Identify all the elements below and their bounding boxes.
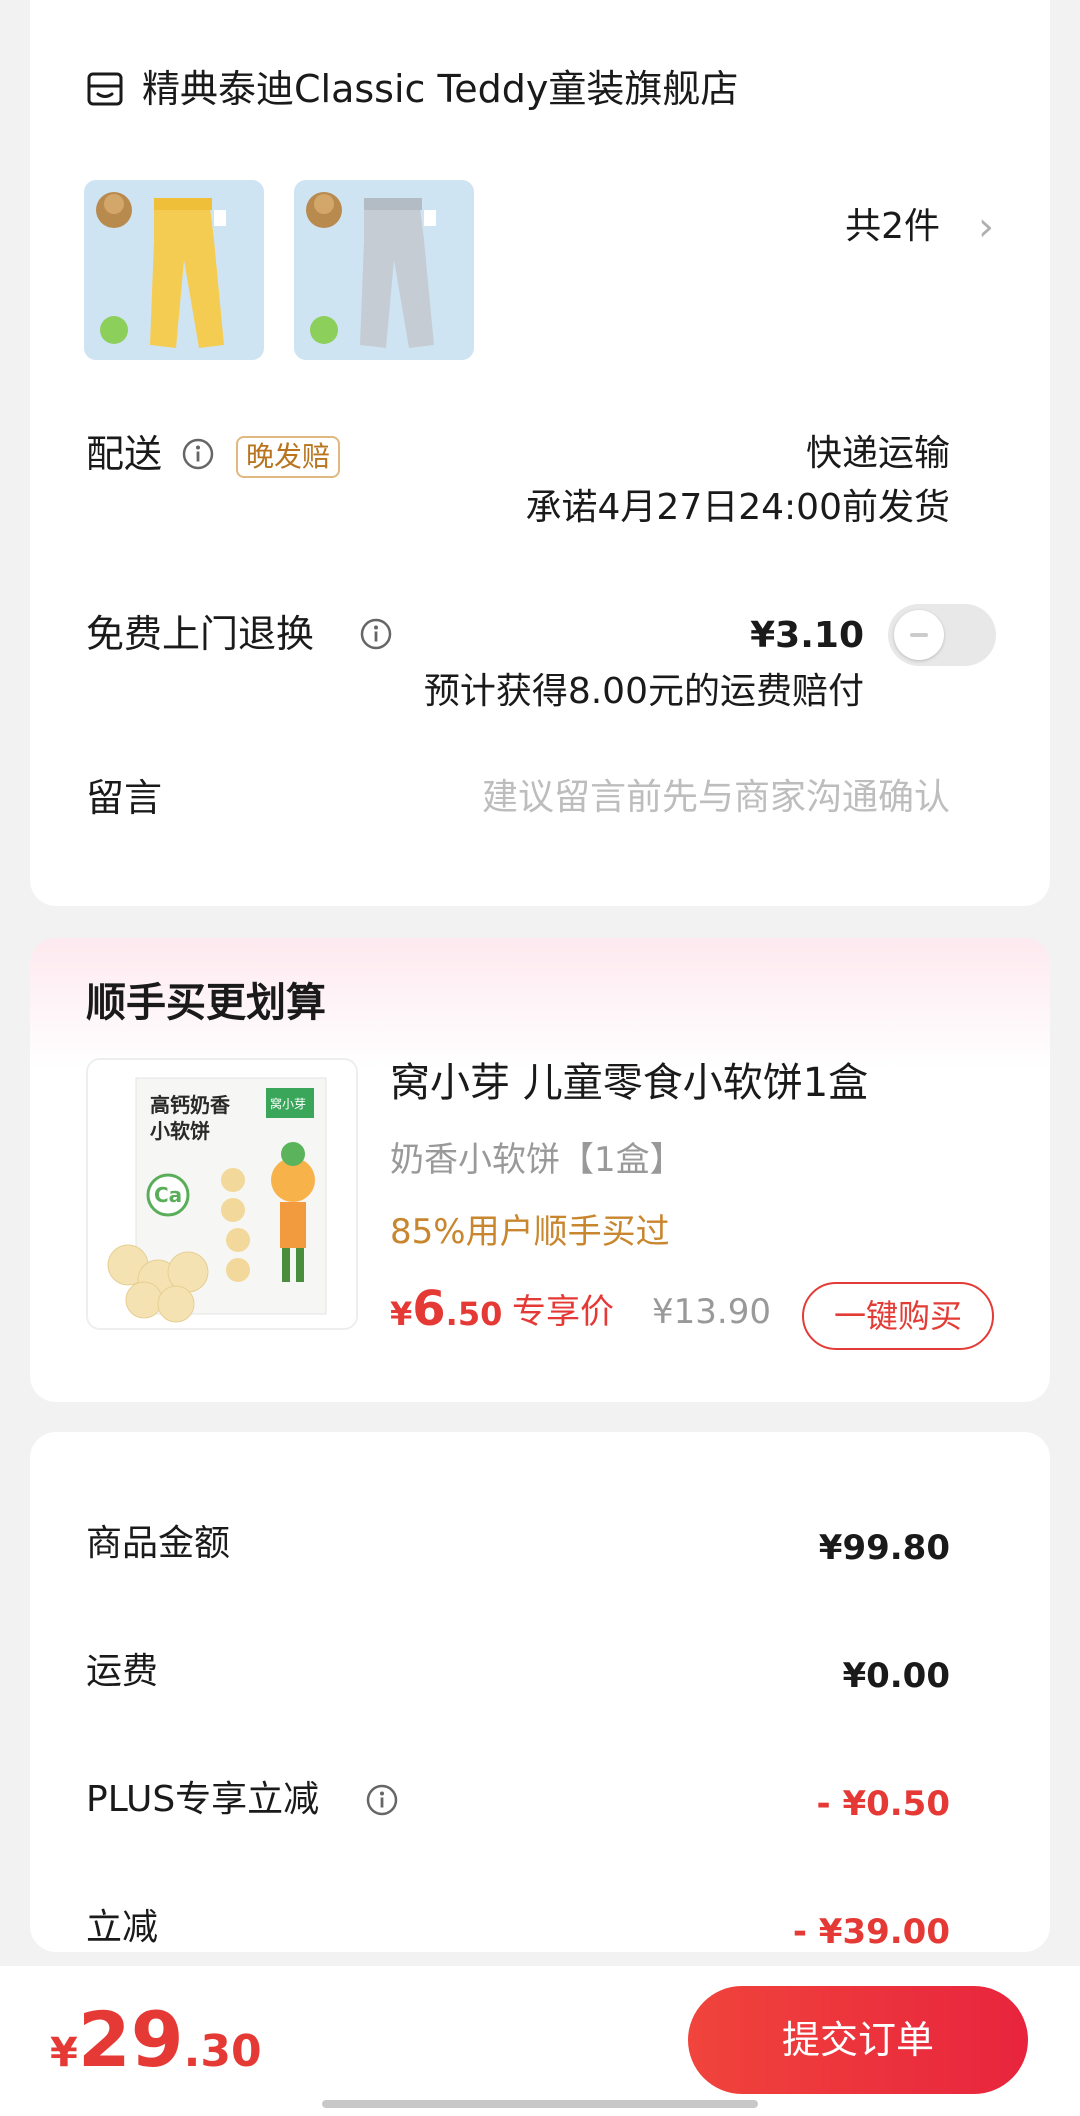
upsell-product-name[interactable]: 窝小芽 儿童零食小软饼1盒 (390, 1058, 868, 1108)
pack-text-1: 高钙奶香 (150, 1093, 231, 1117)
store-icon (87, 72, 123, 106)
chevron-right-icon[interactable]: › (978, 204, 994, 250)
original-price: ¥13.90 (652, 1292, 771, 1332)
upsell-popularity-tip: 85%用户顺手买过 (390, 1212, 670, 1252)
exclusive-price-label: 专享价 (512, 1292, 614, 1332)
pack-brand: 窝小芽 (270, 1096, 306, 1111)
plus-discount-value: - ¥0.50 (816, 1784, 951, 1824)
message-label: 留言 (86, 776, 163, 820)
goods-amount-value: ¥99.80 (818, 1528, 950, 1568)
delivery-method[interactable]: 快递运输 (806, 430, 950, 478)
store-name[interactable]: 精典泰迪Classic Teddy童装旗舰店 (142, 66, 738, 112)
info-icon[interactable] (360, 618, 392, 650)
submit-order-button[interactable]: 提交订单 (688, 1986, 1028, 2094)
shipping-label: 运费 (86, 1651, 159, 1692)
goods-amount-label: 商品金额 (86, 1523, 231, 1564)
order-card: 精典泰迪Classic Teddy童装旗舰店 共2件 › 配送 晚发赔 快递运输… (30, 0, 1050, 906)
one-click-buy-button[interactable]: 一键购买 (802, 1282, 994, 1350)
instant-discount-value: - ¥39.00 (792, 1912, 950, 1952)
checkout-bar: ¥29.30 提交订单 (0, 1966, 1080, 2116)
upsell-product-spec[interactable]: 奶香小软饼【1盒】 (390, 1138, 684, 1182)
instant-discount-label: 立减 (86, 1907, 159, 1948)
return-compensation-text: 预计获得8.00元的运费赔付 (423, 671, 864, 712)
plus-discount-label: PLUS专享立减 (86, 1779, 320, 1820)
return-service-label: 免费上门退换 (86, 612, 315, 656)
delivery-promise: 承诺4月27日24:00前发货 (525, 487, 950, 528)
upsell-card: 顺手买更划算 高钙奶香 小软饼 窝小芽 Ca 窝小芽 儿童零食小软饼1盒 奶香小… (30, 938, 1050, 1402)
pack-ca: Ca (154, 1183, 182, 1207)
upsell-price: ¥6.50 (390, 1281, 503, 1337)
info-icon[interactable] (182, 438, 214, 470)
return-service-price: ¥3.10 (750, 615, 864, 656)
product-thumbnail-grey[interactable] (294, 180, 474, 360)
upsell-title: 顺手买更划算 (86, 980, 326, 1026)
total-price: ¥29.30 (50, 1995, 262, 2084)
late-compensation-badge: 晚发赔 (236, 436, 341, 478)
delivery-label: 配送 (86, 432, 163, 476)
shipping-value: ¥0.00 (842, 1656, 950, 1696)
info-icon[interactable] (366, 1784, 398, 1816)
message-input[interactable]: 建议留言前先与商家沟通确认 (482, 774, 950, 822)
item-count[interactable]: 共2件 (845, 204, 940, 250)
product-thumbnail-yellow[interactable] (84, 180, 264, 360)
pack-text-2: 小软饼 (150, 1119, 210, 1143)
price-summary-card: 商品金额 ¥99.80 运费 ¥0.00 PLUS专享立减 - ¥0.50 立减… (30, 1432, 1050, 1952)
home-indicator[interactable] (322, 2100, 758, 2108)
return-service-toggle[interactable] (888, 604, 996, 666)
upsell-product-image[interactable]: 高钙奶香 小软饼 窝小芽 Ca (86, 1058, 358, 1330)
